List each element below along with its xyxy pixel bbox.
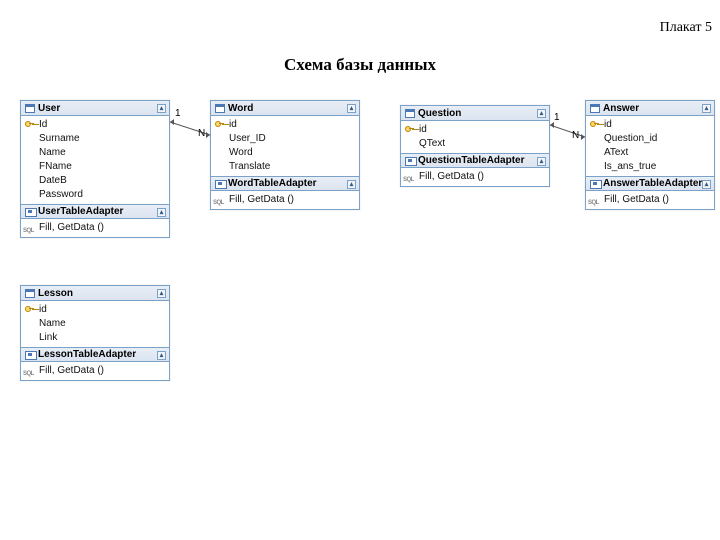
adapter-methods: SQLFill, GetData () [401, 168, 549, 186]
sql-icon: SQL [588, 196, 599, 210]
field-name: Name [21, 146, 169, 160]
table-icon [405, 109, 415, 118]
key-icon [25, 121, 33, 129]
adapter-method: SQLFill, GetData () [21, 221, 169, 235]
collapse-icon[interactable] [157, 289, 166, 298]
entity-title: Word [228, 102, 253, 115]
entity-question[interactable]: Question id QText QuestionTableAdapter S… [400, 105, 550, 187]
entity-header-answer[interactable]: Answer [586, 101, 714, 116]
table-icon [590, 104, 600, 113]
field-dateb: DateB [21, 174, 169, 188]
collapse-icon[interactable] [347, 104, 356, 113]
entity-fields: id Name Link [21, 301, 169, 347]
entity-header-question[interactable]: Question [401, 106, 549, 121]
key-icon [215, 121, 223, 129]
field-userid: User_ID [211, 132, 359, 146]
field-id: id [401, 123, 549, 137]
adapter-method: SQLFill, GetData () [211, 193, 359, 207]
collapse-icon[interactable] [157, 208, 166, 217]
adapter-header-answer[interactable]: AnswerTableAdapter [586, 176, 714, 191]
entity-answer[interactable]: Answer id Question_id AText Is_ans_true … [585, 100, 715, 210]
collapse-icon[interactable] [702, 180, 711, 189]
adapter-header-question[interactable]: QuestionTableAdapter [401, 153, 549, 168]
field-translate: Translate [211, 160, 359, 174]
field-password: Password [21, 188, 169, 202]
entity-fields: id QText [401, 121, 549, 153]
collapse-icon[interactable] [157, 104, 166, 113]
cardinality-n: N [572, 130, 579, 141]
table-icon [25, 104, 35, 113]
field-questionid: Question_id [586, 132, 714, 146]
adapter-method: SQLFill, GetData () [401, 170, 549, 184]
entity-header-lesson[interactable]: Lesson [21, 286, 169, 301]
entity-fields: id Question_id AText Is_ans_true [586, 116, 714, 176]
field-id: Id [21, 118, 169, 132]
schema-canvas: User Id Surname Name FName DateB Passwor… [0, 90, 720, 540]
adapter-title: LessonTableAdapter [38, 348, 136, 361]
field-surname: Surname [21, 132, 169, 146]
sql-icon: SQL [23, 367, 34, 381]
sql-icon: SQL [23, 224, 34, 238]
entity-fields: Id Surname Name FName DateB Password [21, 116, 169, 204]
collapse-icon[interactable] [702, 104, 711, 113]
collapse-icon[interactable] [537, 157, 546, 166]
adapter-method: SQLFill, GetData () [21, 364, 169, 378]
collapse-icon[interactable] [537, 109, 546, 118]
field-link: Link [21, 331, 169, 345]
adapter-icon [215, 179, 225, 188]
adapter-icon [25, 350, 35, 359]
field-qtext: QText [401, 137, 549, 151]
key-icon [405, 126, 413, 134]
adapter-icon [25, 207, 35, 216]
entity-word[interactable]: Word id User_ID Word Translate WordTable… [210, 100, 360, 210]
adapter-icon [590, 179, 600, 188]
field-fname: FName [21, 160, 169, 174]
table-icon [25, 289, 35, 298]
adapter-methods: SQLFill, GetData () [586, 191, 714, 209]
field-id: id [211, 118, 359, 132]
adapter-header-lesson[interactable]: LessonTableAdapter [21, 347, 169, 362]
adapter-header-user[interactable]: UserTableAdapter [21, 204, 169, 219]
adapter-methods: SQLFill, GetData () [211, 191, 359, 209]
entity-user[interactable]: User Id Surname Name FName DateB Passwor… [20, 100, 170, 238]
field-isanstrue: Is_ans_true [586, 160, 714, 174]
field-word: Word [211, 146, 359, 160]
key-icon [590, 121, 598, 129]
sql-icon: SQL [213, 196, 224, 210]
cardinality-1: 1 [175, 108, 181, 119]
field-id: id [586, 118, 714, 132]
entity-title: User [38, 102, 60, 115]
table-icon [215, 104, 225, 113]
entity-fields: id User_ID Word Translate [211, 116, 359, 176]
key-icon [25, 306, 33, 314]
entity-title: Question [418, 107, 461, 120]
adapter-methods: SQLFill, GetData () [21, 219, 169, 237]
adapter-title: QuestionTableAdapter [418, 154, 525, 167]
entity-title: Lesson [38, 287, 73, 300]
adapter-title: WordTableAdapter [228, 177, 317, 190]
cardinality-1: 1 [554, 112, 560, 123]
adapter-icon [405, 156, 415, 165]
sql-icon: SQL [403, 173, 414, 187]
adapter-method: SQLFill, GetData () [586, 193, 714, 207]
entity-title: Answer [603, 102, 639, 115]
adapter-title: AnswerTableAdapter [603, 177, 702, 190]
page-title: Схема базы данных [0, 55, 720, 75]
poster-label: Плакат 5 [660, 20, 712, 36]
collapse-icon[interactable] [347, 180, 356, 189]
adapter-title: UserTableAdapter [38, 205, 123, 218]
field-atext: AText [586, 146, 714, 160]
field-name: Name [21, 317, 169, 331]
field-id: id [21, 303, 169, 317]
adapter-header-word[interactable]: WordTableAdapter [211, 176, 359, 191]
adapter-methods: SQLFill, GetData () [21, 362, 169, 380]
entity-lesson[interactable]: Lesson id Name Link LessonTableAdapter S… [20, 285, 170, 381]
collapse-icon[interactable] [157, 351, 166, 360]
cardinality-n: N [198, 128, 205, 139]
entity-header-word[interactable]: Word [211, 101, 359, 116]
entity-header-user[interactable]: User [21, 101, 169, 116]
